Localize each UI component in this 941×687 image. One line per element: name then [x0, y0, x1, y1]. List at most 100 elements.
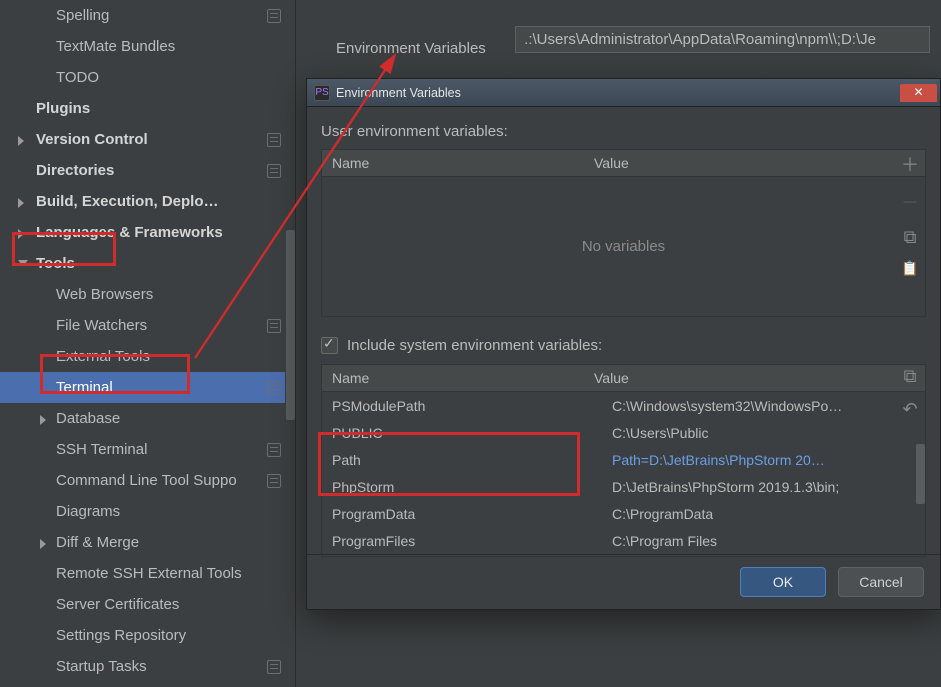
tree-item[interactable]: TODO — [0, 62, 295, 93]
row-value: C:\Windows\system32\WindowsPo… — [612, 398, 842, 414]
tree-item[interactable]: Server Certificates — [0, 589, 295, 620]
revert-button[interactable]: ↶ — [900, 399, 920, 420]
tree-item[interactable]: Tools — [0, 248, 295, 279]
chevron-down-icon[interactable] — [18, 260, 28, 266]
table-row[interactable]: PUBLICC:\Users\Public — [322, 419, 925, 446]
env-vars-field-input[interactable]: .:\Users\Administrator\AppData\Roaming\n… — [515, 26, 930, 53]
tree-item[interactable]: Remote SSH External Tools — [0, 558, 295, 589]
tree-item[interactable]: Tasks — [0, 682, 295, 687]
tree-item-label: Languages & Frameworks — [36, 224, 223, 241]
tree-item-label: External Tools — [56, 348, 150, 365]
user-vars-empty: No variables — [582, 238, 665, 255]
tree-item-label: Build, Execution, Deployment — [36, 193, 226, 210]
user-vars-toolbar: ＋ － ⧉ 📋 — [900, 151, 920, 277]
tree-item-label: Settings Repository — [56, 627, 186, 644]
tree-item[interactable]: Build, Execution, Deployment — [0, 186, 295, 217]
tree-item[interactable]: Web Browsers — [0, 279, 295, 310]
tree-item[interactable]: Settings Repository — [0, 620, 295, 651]
tree-item[interactable]: Terminal — [0, 372, 295, 403]
table-row[interactable]: PathPath=D:\JetBrains\PhpStorm 20… — [322, 446, 925, 473]
row-name: Path — [332, 452, 612, 468]
dialog-footer: OK Cancel — [307, 554, 940, 609]
tree-item-label: Version Control — [36, 131, 148, 148]
add-button[interactable]: ＋ — [900, 151, 920, 177]
tree-item-label: Server Certificates — [56, 596, 179, 613]
table-row[interactable]: ProgramFilesC:\Program Files — [322, 527, 925, 554]
chevron-right-icon[interactable] — [18, 229, 24, 239]
system-vars-toolbar: ⧉ ↶ — [900, 366, 920, 420]
tree-item-label: Directories — [36, 162, 114, 179]
user-vars-table[interactable]: No variables — [321, 177, 926, 317]
row-name: ProgramData — [332, 506, 612, 522]
remove-button[interactable]: － — [900, 189, 920, 215]
tree-item[interactable]: Database — [0, 403, 295, 434]
tree-item-label: Startup Tasks — [56, 658, 147, 675]
paste-button[interactable]: 📋 — [900, 260, 920, 277]
project-scope-icon — [267, 381, 281, 395]
tree-item[interactable]: External Tools — [0, 341, 295, 372]
system-vars-header: Name Value — [321, 364, 926, 392]
tree-item[interactable]: Spelling — [0, 0, 295, 31]
tree-item[interactable]: File Watchers — [0, 310, 295, 341]
col-value: Value — [594, 155, 629, 171]
project-scope-icon — [267, 164, 281, 178]
chevron-right-icon[interactable] — [40, 415, 46, 425]
dialog-body: User environment variables: Name Value N… — [307, 107, 940, 557]
tree-item-label: Plugins — [36, 100, 90, 117]
tree-item-label: TextMate Bundles — [56, 38, 175, 55]
col-value: Value — [594, 370, 629, 386]
tree-item[interactable]: Startup Tasks — [0, 651, 295, 682]
include-system-label: Include system environment variables: — [347, 337, 602, 354]
tree-item-label: Spelling — [56, 7, 109, 24]
tree-item[interactable]: Languages & Frameworks — [0, 217, 295, 248]
sidebar-scrollbar[interactable] — [285, 0, 295, 687]
project-scope-icon — [267, 660, 281, 674]
close-icon[interactable]: ✕ — [900, 84, 937, 102]
row-name: PhpStorm — [332, 479, 612, 495]
tree-item-label: Remote SSH External Tools — [56, 565, 242, 582]
row-value: C:\ProgramData — [612, 506, 713, 522]
table-row[interactable]: ProgramDataC:\ProgramData — [322, 500, 925, 527]
chevron-right-icon[interactable] — [18, 136, 24, 146]
include-system-checkbox[interactable] — [321, 337, 338, 354]
cancel-button[interactable]: Cancel — [838, 567, 924, 597]
app-icon: PS — [314, 85, 330, 101]
tree-item[interactable]: Directories — [0, 155, 295, 186]
tree-item[interactable]: Plugins — [0, 93, 295, 124]
dialog-title: Environment Variables — [336, 86, 461, 100]
row-name: PSModulePath — [332, 398, 612, 414]
row-name: PUBLIC — [332, 425, 612, 441]
tree-item-label: Diagrams — [56, 503, 120, 520]
tree-item[interactable]: TextMate Bundles — [0, 31, 295, 62]
row-name: ProgramFiles — [332, 533, 612, 549]
ok-button[interactable]: OK — [740, 567, 826, 597]
tree-item[interactable]: SSH Terminal — [0, 434, 295, 465]
chevron-right-icon[interactable] — [18, 198, 24, 208]
user-vars-header: Name Value — [321, 149, 926, 177]
dialog-titlebar[interactable]: PS Environment Variables ✕ — [307, 79, 940, 107]
copy-button[interactable]: ⧉ — [900, 366, 920, 387]
copy-button[interactable]: ⧉ — [900, 227, 920, 248]
table-row[interactable]: PhpStormD:\JetBrains\PhpStorm 2019.1.3\b… — [322, 473, 925, 500]
tree-item-label: Tools — [36, 255, 75, 272]
tree-item-label: SSH Terminal — [56, 441, 147, 458]
project-scope-icon — [267, 443, 281, 457]
env-vars-dialog: PS Environment Variables ✕ User environm… — [306, 78, 941, 610]
tree-item-label: File Watchers — [56, 317, 147, 334]
project-scope-icon — [267, 319, 281, 333]
tree-item-label: Web Browsers — [56, 286, 153, 303]
row-value: Path=D:\JetBrains\PhpStorm 20… — [612, 452, 825, 468]
tree-item[interactable]: Version Control — [0, 124, 295, 155]
tree-item-label: Database — [56, 410, 120, 427]
env-vars-field-label: Environment Variables — [336, 40, 511, 57]
sidebar-scroll-thumb[interactable] — [286, 230, 295, 420]
tree-item[interactable]: Command Line Tool Suppo — [0, 465, 295, 496]
tree-item[interactable]: Diff & Merge — [0, 527, 295, 558]
system-vars-scroll-thumb[interactable] — [916, 444, 925, 504]
tree-item[interactable]: Diagrams — [0, 496, 295, 527]
system-vars-table[interactable]: PSModulePathC:\Windows\system32\WindowsP… — [321, 392, 926, 557]
include-system-row[interactable]: Include system environment variables: — [321, 337, 926, 354]
table-row[interactable]: PSModulePathC:\Windows\system32\WindowsP… — [322, 392, 925, 419]
chevron-right-icon[interactable] — [40, 539, 46, 549]
tree-item-label: Terminal — [56, 379, 113, 396]
